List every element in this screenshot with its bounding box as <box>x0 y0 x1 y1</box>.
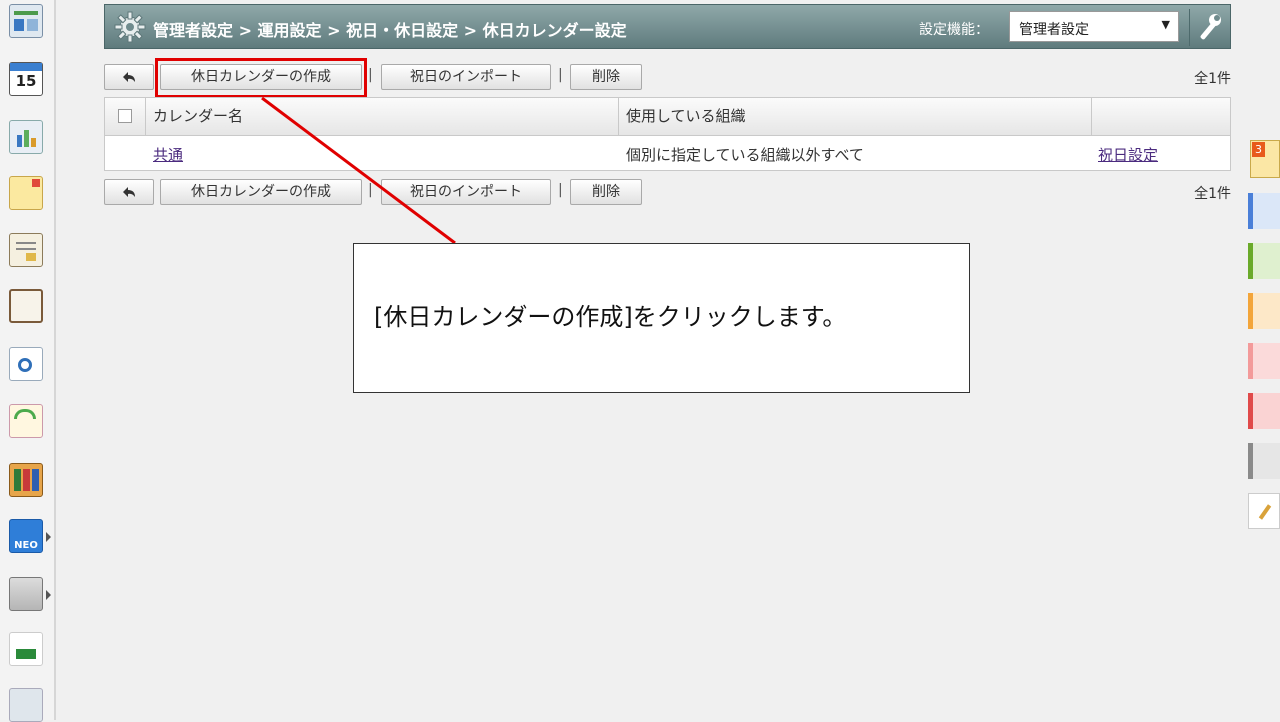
instruction-callout: [休日カレンダーの作成]をクリックします。 <box>353 243 970 393</box>
callout-text: [休日カレンダーの作成]をクリックします。 <box>374 303 847 331</box>
